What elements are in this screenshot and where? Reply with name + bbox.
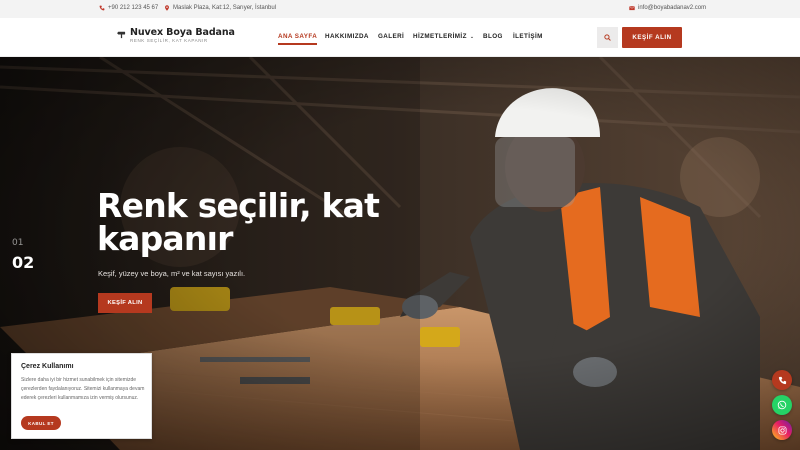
- hero-title: Renk seçilir, kat kapanır: [97, 189, 397, 255]
- chevron-down-icon: ⌄: [469, 34, 475, 40]
- hero-title-line2: kapanır: [97, 219, 233, 258]
- paint-roller-icon: [117, 31, 126, 39]
- site-logo[interactable]: Nuvex Boya Badana RENK SEÇİLİR, KAT KAPA…: [117, 27, 235, 43]
- location-pin-icon: [165, 5, 169, 11]
- nav-label: ANA SAYFA: [278, 33, 318, 40]
- nav-label: HİZMETLERİMİZ: [413, 33, 467, 40]
- active-underline: [278, 43, 318, 45]
- search-icon: [604, 34, 611, 41]
- cookie-title: Çerez Kullanımı: [21, 363, 74, 370]
- nav-item-blog[interactable]: BLOG: [483, 33, 503, 40]
- nav-item-contact[interactable]: İLETİŞİM: [513, 33, 543, 40]
- topbar-phone-text: +90 212 123 45 67: [108, 5, 159, 11]
- cookie-accept-button[interactable]: KABUL ET: [21, 416, 61, 430]
- instagram-icon: [777, 425, 787, 435]
- top-info-bar: +90 212 123 45 67 Maslak Plaza, Kat:12, …: [0, 0, 800, 18]
- topbar-address-text: Maslak Plaza, Kat:12, Sarıyer, İstanbul: [173, 5, 277, 11]
- nav-item-home[interactable]: ANA SAYFA: [278, 33, 318, 45]
- slide-indicator-current[interactable]: 02: [12, 253, 34, 272]
- envelope-icon: [629, 6, 635, 11]
- hero-title-line1: Renk seçilir, kat: [97, 186, 380, 225]
- phone-icon: [778, 376, 786, 384]
- phone-icon: [99, 5, 105, 11]
- logo-title: Nuvex Boya Badana: [130, 27, 235, 38]
- logo-tagline: RENK SEÇİLİR, KAT KAPANIR: [130, 38, 208, 43]
- topbar-email[interactable]: info@boyabadanav2.com: [629, 5, 706, 11]
- floating-whatsapp-button[interactable]: [772, 395, 792, 415]
- hero-cta-button[interactable]: KEŞİF ALIN: [98, 293, 152, 313]
- header-cta-button[interactable]: KEŞİF ALIN: [622, 27, 682, 48]
- nav-item-services[interactable]: HİZMETLERİMİZ ⌄: [413, 33, 474, 40]
- nav-label: BLOG: [483, 33, 503, 40]
- topbar-address: Maslak Plaza, Kat:12, Sarıyer, İstanbul: [164, 5, 276, 11]
- search-button[interactable]: [597, 27, 618, 48]
- floating-call-button[interactable]: [772, 370, 792, 390]
- nav-item-about[interactable]: HAKKIMIZDA: [325, 33, 369, 40]
- topbar-phone[interactable]: +90 212 123 45 67: [99, 5, 158, 11]
- whatsapp-icon: [777, 400, 787, 410]
- nav-label: HAKKIMIZDA: [325, 33, 369, 40]
- floating-instagram-button[interactable]: [772, 420, 792, 440]
- cookie-consent-panel: Çerez Kullanımı Sizlere daha iyi bir hiz…: [11, 353, 152, 439]
- slide-indicator-prev[interactable]: 01: [12, 238, 23, 248]
- site-header: Nuvex Boya Badana RENK SEÇİLİR, KAT KAPA…: [0, 18, 800, 57]
- nav-label: GALERİ: [378, 33, 405, 40]
- nav-label: İLETİŞİM: [513, 33, 543, 40]
- topbar-email-text: info@boyabadanav2.com: [638, 5, 707, 11]
- cookie-text: Sizlere daha iyi bir hizmet sunabilmek i…: [21, 377, 145, 401]
- hero-subtitle: Keşif, yüzey ve boya, m² ve kat sayısı y…: [98, 269, 246, 278]
- nav-item-gallery[interactable]: GALERİ: [378, 33, 404, 40]
